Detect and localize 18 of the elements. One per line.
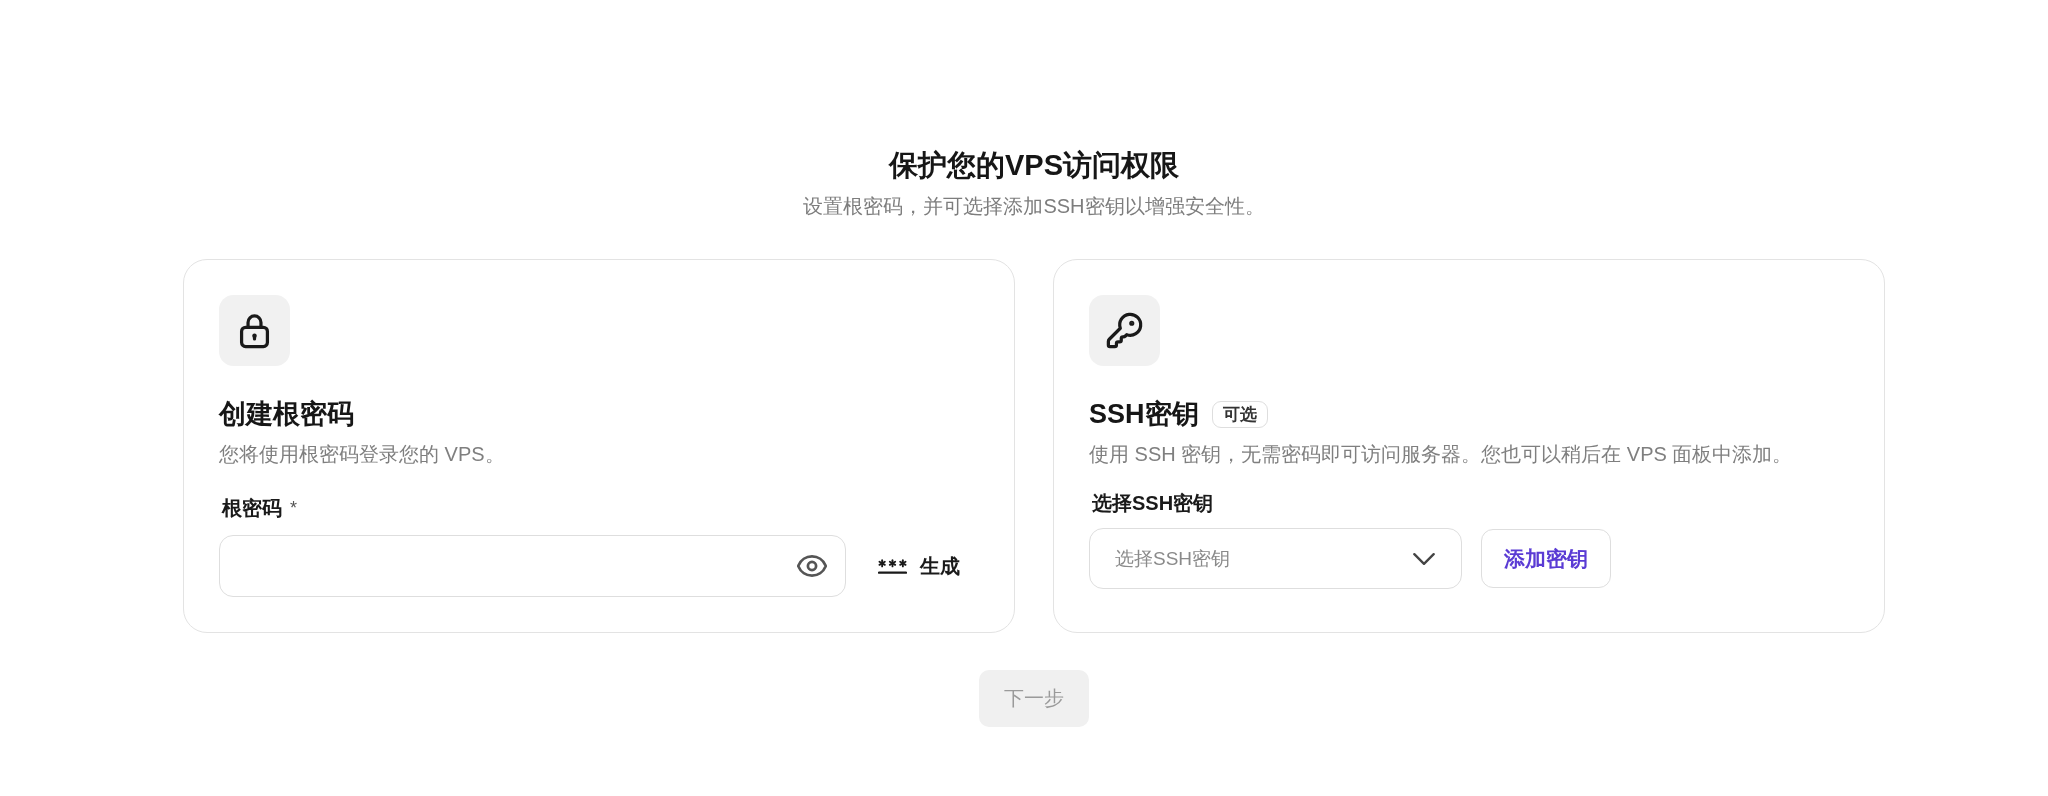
card-title: SSH密钥 [1089,398,1199,431]
eye-icon[interactable] [797,555,827,577]
add-key-button[interactable]: 添加密钥 [1481,529,1611,588]
generate-button[interactable]: 生成 [860,541,978,591]
page-subtitle: 设置根密码，并可选择添加SSH密钥以增强安全性。 [803,194,1265,219]
card-description: 使用 SSH 密钥，无需密码即可访问服务器。您也可以稍后在 VPS 面板中添加。 [1089,442,1793,467]
field-label: 选择SSH密钥 [1092,491,1214,516]
card-description: 您将使用根密码登录您的 VPS。 [219,442,505,467]
chevron-down-icon [1413,552,1435,565]
optional-badge: 可选 [1211,400,1268,428]
required-mark: * [290,497,297,520]
lock-icon [219,295,290,366]
asterisks-icon [878,558,907,574]
key-icon [1089,295,1160,366]
field-label: 根密码 [222,496,282,521]
page-title: 保护您的VPS访问权限 [889,148,1179,183]
password-field[interactable] [219,535,846,597]
card-title: 创建根密码 [219,398,354,431]
